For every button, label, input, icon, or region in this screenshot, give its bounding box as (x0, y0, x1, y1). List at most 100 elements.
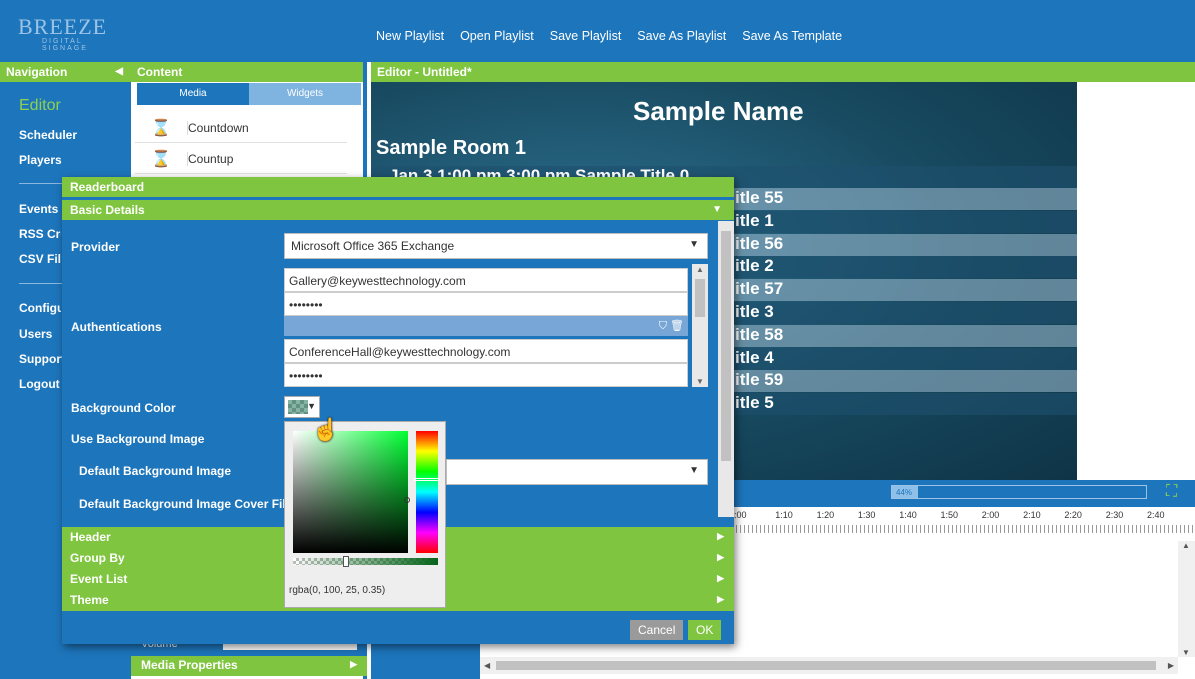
shield-delete-icon[interactable]: ⛉ 🗑 (659, 319, 684, 333)
cancel-button[interactable]: Cancel (630, 620, 684, 640)
bg-cover-fill-label: Default Background Image Cover Fill (79, 497, 290, 511)
timeline[interactable]: :00 1:10 1:20 1:30 1:40 1:50 2:00 2:10 2:20 2:30 2… (728, 507, 1195, 541)
logo-text: BREEZE (18, 14, 108, 39)
timeline-label: 1:40 (899, 510, 917, 520)
scroll-down-icon[interactable]: ▼ (696, 377, 704, 386)
fullscreen-icon[interactable]: ⛶ (1166, 483, 1177, 501)
dialog-scrollbar[interactable] (718, 221, 734, 517)
playlist-menu: New Playlist Open Playlist Save Playlist… (376, 29, 842, 43)
timeline-label: 2:20 (1064, 510, 1082, 520)
ok-button[interactable]: OK (688, 620, 722, 640)
logo-tagline: DIGITAL SIGNAGE (42, 38, 88, 52)
hue-slider[interactable] (414, 431, 440, 553)
tab-widgets[interactable]: Widgets (249, 83, 361, 105)
section-label: Event List (70, 572, 128, 586)
sv-handle[interactable] (404, 497, 410, 503)
collapse-down-icon: ▼ (712, 204, 722, 215)
provider-value: Microsoft Office 365 Exchange (291, 239, 455, 253)
default-bg-image-select[interactable]: ▼ (446, 459, 708, 485)
nav-users[interactable]: Users (19, 327, 52, 341)
scroll-thumb[interactable] (496, 661, 1156, 670)
password-field[interactable]: •••••••• (284, 292, 688, 316)
navigation-title: Navigation (6, 65, 68, 79)
timeline-label: 2:00 (981, 510, 1000, 520)
dropdown-arrow-icon: ▼ (307, 401, 316, 411)
dialog-title: Readerboard (62, 177, 734, 197)
section-label: Group By (70, 551, 125, 565)
nav-logout[interactable]: Logout (19, 377, 60, 391)
expand-icon: ▶ (717, 573, 724, 583)
color-swatch-button[interactable]: ▼ (284, 396, 320, 418)
widget-countdown[interactable]: ⌛ Countdown (135, 113, 347, 143)
expand-icon: ▶ (717, 552, 724, 562)
alpha-handle[interactable] (343, 556, 349, 567)
account-actions: ⛉ 🗑 (284, 316, 688, 336)
breeze-logo[interactable]: BREEZE DIGITAL SIGNAGE (18, 14, 128, 52)
widget-countup[interactable]: ⌛ Countup (135, 144, 347, 174)
editor-title: Editor - Untitled* (377, 65, 472, 79)
vertical-scrollbar[interactable]: ▲ ▼ (1178, 541, 1195, 657)
alpha-slider[interactable] (293, 556, 438, 567)
canvas-margin (1077, 82, 1195, 480)
timeline-label: 1:50 (940, 510, 959, 520)
zoom-fill: 44% (892, 486, 918, 498)
provider-label: Provider (71, 240, 120, 254)
navigation-header[interactable]: Navigation ◀ (0, 62, 131, 82)
timeline-label: 2:10 (1023, 510, 1041, 520)
nav-csv[interactable]: CSV File (19, 252, 61, 266)
timeline-label: 2:40 (1147, 510, 1165, 520)
nav-players[interactable]: Players (19, 153, 62, 167)
password-field[interactable]: •••••••• (284, 363, 688, 387)
color-picker-popup: rgba(0, 100, 25, 0.35) (284, 421, 446, 608)
scroll-left-icon[interactable]: ◀ (484, 661, 490, 670)
tab-media[interactable]: Media (137, 83, 249, 105)
timeline-label: 1:10 (775, 510, 793, 520)
scroll-up-icon[interactable]: ▲ (1182, 541, 1190, 550)
nav-editor[interactable]: Editor (19, 97, 61, 115)
new-playlist-button[interactable]: New Playlist (376, 29, 444, 43)
email-field[interactable]: ConferenceHall@keywesttechnology.com (284, 339, 688, 363)
timeline-label: 2:30 (1105, 510, 1124, 520)
email-field[interactable]: Gallery@keywesttechnology.com (284, 268, 688, 292)
auth-scrollbar[interactable]: ▲ ▼ (692, 264, 708, 387)
scroll-right-icon[interactable]: ▶ (1168, 661, 1174, 670)
save-as-template-button[interactable]: Save As Template (742, 29, 842, 43)
scroll-up-icon[interactable]: ▲ (696, 265, 704, 274)
horizontal-scrollbar[interactable]: ◀ ▶ (480, 657, 1178, 674)
provider-select[interactable]: Microsoft Office 365 Exchange ▼ (284, 233, 708, 259)
widget-label: Countup (187, 152, 234, 166)
expand-icon: ▶ (717, 531, 724, 541)
nav-rss[interactable]: RSS Crea (19, 227, 61, 241)
media-properties-header[interactable]: Media Properties ▶ (131, 656, 367, 676)
top-bar: BREEZE DIGITAL SIGNAGE New Playlist Open… (0, 0, 1195, 62)
scroll-thumb[interactable] (695, 279, 705, 317)
expand-icon: ▶ (717, 594, 724, 604)
widget-label: Countdown (187, 121, 249, 135)
section-label: Header (70, 530, 111, 544)
dropdown-arrow-icon: ▼ (689, 239, 699, 250)
nav-configuration[interactable]: Configur (19, 301, 61, 315)
zoom-bar[interactable]: 44% (891, 485, 1147, 499)
save-playlist-button[interactable]: Save Playlist (550, 29, 622, 43)
nav-scheduler[interactable]: Scheduler (19, 128, 77, 142)
nav-events[interactable]: Events (19, 202, 61, 216)
save-as-playlist-button[interactable]: Save As Playlist (637, 29, 726, 43)
media-properties-label: Media Properties (141, 658, 238, 672)
basic-details-header[interactable]: Basic Details ▼ (62, 200, 734, 220)
scroll-thumb[interactable] (721, 231, 731, 461)
nav-support[interactable]: Support (19, 352, 65, 366)
timeline-label: 1:20 (816, 510, 835, 520)
collapse-left-icon[interactable]: ◀ (115, 66, 123, 77)
saturation-value-area[interactable] (293, 431, 410, 553)
authentications-label: Authentications (71, 320, 162, 334)
default-bg-image-label: Default Background Image (79, 464, 232, 478)
content-header: Content (131, 62, 363, 82)
content-tabs: Media Widgets (137, 83, 361, 105)
open-playlist-button[interactable]: Open Playlist (460, 29, 534, 43)
hue-handle[interactable] (414, 478, 440, 481)
hand-cursor-icon: ☝ (312, 417, 340, 442)
scroll-down-icon[interactable]: ▼ (1182, 648, 1190, 657)
preview-title: Sample Name (633, 96, 804, 126)
editor-header: Editor - Untitled* (371, 62, 1195, 82)
section-label: Theme (70, 593, 109, 607)
